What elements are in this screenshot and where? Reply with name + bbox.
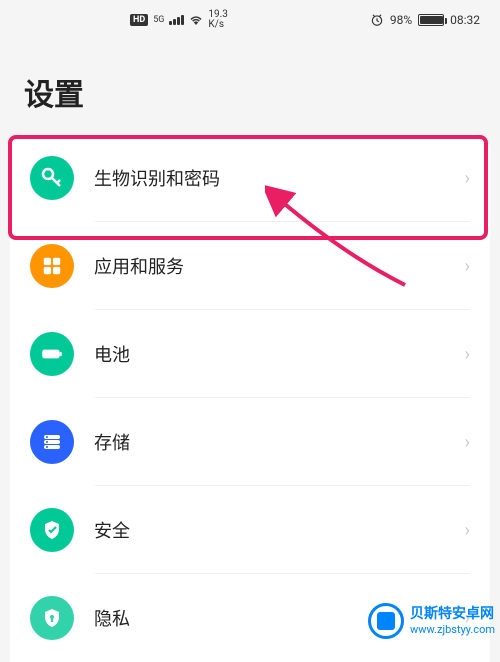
network-type: 5G bbox=[153, 15, 164, 25]
item-label: 安全 bbox=[94, 517, 465, 543]
status-right: 98% 08:32 bbox=[370, 13, 480, 27]
item-label: 电池 bbox=[94, 341, 465, 367]
chevron-right-icon: › bbox=[465, 432, 470, 453]
settings-item-apps[interactable]: 应用和服务 › bbox=[10, 222, 490, 310]
apps-icon bbox=[30, 244, 74, 288]
settings-list: 生物识别和密码 › 应用和服务 › 电池 › 存储 › 安全 › 隐私 › bbox=[10, 134, 490, 662]
status-left: HD 5G 19.3 K/s bbox=[130, 10, 228, 30]
shield-icon bbox=[30, 508, 74, 552]
chevron-right-icon: › bbox=[465, 168, 470, 189]
key-icon bbox=[30, 156, 74, 200]
alarm-icon bbox=[370, 13, 384, 27]
battery-status-icon bbox=[418, 14, 444, 26]
status-bar: HD 5G 19.3 K/s 98% 08:32 bbox=[0, 0, 500, 40]
chevron-right-icon: › bbox=[465, 520, 470, 541]
privacy-icon bbox=[30, 596, 74, 640]
chevron-right-icon: › bbox=[465, 256, 470, 277]
hd-badge: HD bbox=[130, 14, 148, 26]
watermark: 贝斯特安卓网 www.zjbstyy.com bbox=[368, 603, 495, 639]
signal-icon bbox=[169, 15, 184, 25]
settings-item-battery[interactable]: 电池 › bbox=[10, 310, 490, 398]
settings-item-biometrics[interactable]: 生物识别和密码 › bbox=[10, 134, 490, 222]
page-title: 设置 bbox=[0, 40, 500, 134]
watermark-name: 贝斯特安卓网 bbox=[410, 605, 495, 623]
clock-time: 08:32 bbox=[450, 13, 480, 27]
wifi-icon bbox=[189, 15, 203, 25]
watermark-url: www.zjbstyy.com bbox=[410, 623, 495, 637]
settings-item-security[interactable]: 安全 › bbox=[10, 486, 490, 574]
settings-item-storage[interactable]: 存储 › bbox=[10, 398, 490, 486]
watermark-logo-icon bbox=[368, 603, 404, 639]
battery-icon bbox=[30, 332, 74, 376]
item-label: 应用和服务 bbox=[94, 253, 465, 279]
battery-percent: 98% bbox=[390, 13, 412, 27]
network-speed: 19.3 K/s bbox=[208, 10, 228, 30]
item-label: 存储 bbox=[94, 429, 465, 455]
item-label: 生物识别和密码 bbox=[94, 165, 465, 191]
storage-icon bbox=[30, 420, 74, 464]
chevron-right-icon: › bbox=[465, 344, 470, 365]
